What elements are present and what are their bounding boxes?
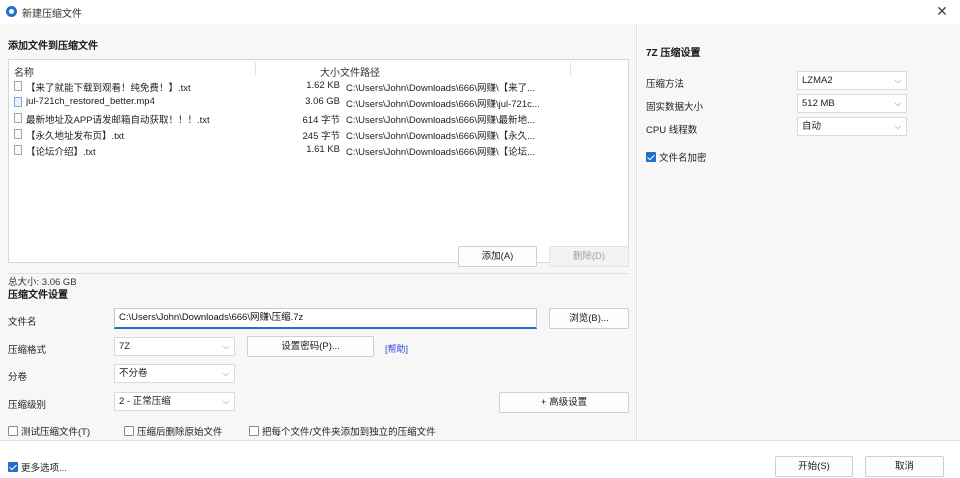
column-header-name[interactable]: 名称 bbox=[14, 64, 34, 79]
threads-value: 自动 bbox=[802, 121, 822, 132]
column-header-size[interactable]: 大小 bbox=[264, 64, 340, 79]
add-button[interactable]: 添加(A) bbox=[458, 246, 537, 267]
method-label: 压缩方法 bbox=[646, 79, 685, 90]
split-value: 不分卷 bbox=[119, 368, 148, 379]
footer: 更多选项... 开始(S) 取消 bbox=[0, 440, 960, 478]
chevron-down-icon: ⌵ bbox=[222, 397, 229, 406]
archive-settings-title: 压缩文件设置 bbox=[8, 290, 68, 301]
file-name: 【永久地址发布页】.txt bbox=[26, 131, 125, 142]
level-label: 压缩级别 bbox=[8, 400, 47, 411]
delete-button[interactable]: 删除(D) bbox=[549, 246, 629, 267]
text-file-icon bbox=[14, 129, 22, 139]
delete-after-checkbox[interactable]: 压缩后删除原始文件 bbox=[124, 424, 223, 438]
more-options-checkbox[interactable]: 更多选项... bbox=[8, 460, 67, 474]
browse-button[interactable]: 浏览(B)... bbox=[549, 308, 629, 329]
level-value: 2 - 正常压缩 bbox=[119, 396, 171, 407]
checkbox-label: 压缩后删除原始文件 bbox=[137, 427, 223, 438]
file-name: 【来了就能下载到观看！纯免费！】.txt bbox=[26, 83, 191, 94]
file-name: jul-721ch_restored_better.mp4 bbox=[26, 96, 155, 107]
cancel-button[interactable]: 取消 bbox=[865, 456, 944, 477]
encrypt-filenames-checkbox[interactable]: 文件名加密 bbox=[646, 150, 707, 164]
file-row[interactable]: 【论坛介绍】.txt 1.61 KB C:\Users\John\Downloa… bbox=[9, 142, 628, 158]
close-button[interactable]: ✕ bbox=[932, 2, 952, 20]
file-path: C:\Users\John\Downloads\666\网赚\jul-721c.… bbox=[346, 99, 540, 110]
checkbox-label: 把每个文件/文件夹添加到独立的压缩文件 bbox=[262, 427, 436, 438]
level-select[interactable]: 2 - 正常压缩 ⌵ bbox=[114, 392, 235, 411]
split-select[interactable]: 不分卷 ⌵ bbox=[114, 364, 235, 383]
sevenz-settings-title: 7Z 压缩设置 bbox=[646, 48, 701, 59]
checkbox-box[interactable] bbox=[249, 426, 259, 436]
title-bar: 新建压缩文件 ✕ bbox=[0, 0, 960, 24]
file-size: 1.61 KB bbox=[306, 144, 340, 155]
checkbox-label: 更多选项... bbox=[21, 463, 67, 474]
filename-input[interactable]: C:\Users\John\Downloads\666\网赚\压缩.7z bbox=[114, 308, 537, 329]
checkbox-box[interactable] bbox=[8, 462, 18, 472]
format-select[interactable]: 7Z ⌵ bbox=[114, 337, 235, 356]
column-separator bbox=[570, 62, 571, 76]
threads-label: CPU 线程数 bbox=[646, 125, 698, 136]
right-pane: 7Z 压缩设置 压缩方法 LZMA2 ⌵ 固实数据大小 512 MB ⌵ CPU… bbox=[638, 24, 960, 440]
file-size: 245 字节 bbox=[302, 131, 341, 142]
file-row[interactable]: 【来了就能下载到观看！纯免费！】.txt 1.62 KB C:\Users\Jo… bbox=[9, 78, 628, 94]
chevron-down-icon: ⌵ bbox=[894, 99, 901, 108]
test-archive-checkbox[interactable]: 测试压缩文件(T) bbox=[8, 424, 90, 438]
file-path: C:\Users\John\Downloads\666\网赚\最新地... bbox=[346, 115, 536, 126]
file-path: C:\Users\John\Downloads\666\网赚\【论坛... bbox=[346, 147, 536, 158]
start-button[interactable]: 开始(S) bbox=[775, 456, 853, 477]
checkbox-box[interactable] bbox=[8, 426, 18, 436]
file-row[interactable]: 最新地址及APP请发邮箱自动获取！！！.txt 614 字节 C:\Users\… bbox=[9, 110, 628, 126]
file-size: 1.62 KB bbox=[306, 80, 340, 91]
chevron-down-icon: ⌵ bbox=[222, 342, 229, 351]
file-row[interactable]: 【永久地址发布页】.txt 245 字节 C:\Users\John\Downl… bbox=[9, 126, 628, 142]
dict-value: 512 MB bbox=[802, 98, 835, 109]
left-pane: 添加文件到压缩文件 名称 大小 文件路径 【来了就能下载到观看！纯免费！】.tx… bbox=[0, 24, 637, 440]
separate-archives-checkbox[interactable]: 把每个文件/文件夹添加到独立的压缩文件 bbox=[249, 424, 436, 438]
dict-select[interactable]: 512 MB ⌵ bbox=[797, 94, 907, 113]
help-link[interactable]: [帮助] bbox=[385, 342, 408, 355]
file-size: 614 字节 bbox=[302, 115, 341, 126]
divider bbox=[8, 273, 629, 274]
format-value: 7Z bbox=[119, 341, 131, 352]
file-path: C:\Users\John\Downloads\666\网赚\【来了... bbox=[346, 83, 536, 94]
column-separator bbox=[255, 62, 256, 76]
text-file-icon bbox=[14, 145, 22, 155]
file-path: C:\Users\John\Downloads\666\网赚\【永久... bbox=[346, 131, 536, 142]
text-file-icon bbox=[14, 81, 22, 91]
checkbox-box[interactable] bbox=[646, 152, 656, 162]
filename-label: 文件名 bbox=[8, 317, 37, 328]
video-file-icon bbox=[14, 97, 22, 107]
set-password-button[interactable]: 设置密码(P)... bbox=[247, 336, 374, 357]
column-header-path[interactable]: 文件路径 bbox=[340, 64, 380, 79]
file-row[interactable]: jul-721ch_restored_better.mp4 3.06 GB C:… bbox=[9, 94, 628, 110]
file-list[interactable]: 名称 大小 文件路径 【来了就能下载到观看！纯免费！】.txt 1.62 KB … bbox=[8, 59, 629, 263]
chevron-down-icon: ⌵ bbox=[894, 122, 901, 131]
format-label: 压缩格式 bbox=[8, 345, 47, 356]
file-name: 最新地址及APP请发邮箱自动获取！！！.txt bbox=[26, 115, 210, 126]
file-name: 【论坛介绍】.txt bbox=[26, 147, 96, 158]
threads-select[interactable]: 自动 ⌵ bbox=[797, 117, 907, 136]
chevron-down-icon: ⌵ bbox=[222, 369, 229, 378]
method-value: LZMA2 bbox=[802, 75, 833, 86]
advanced-settings-button[interactable]: + 高级设置 bbox=[499, 392, 629, 413]
method-select[interactable]: LZMA2 ⌵ bbox=[797, 71, 907, 90]
files-section-title: 添加文件到压缩文件 bbox=[8, 41, 98, 52]
chevron-down-icon: ⌵ bbox=[894, 76, 901, 85]
split-label: 分卷 bbox=[8, 372, 28, 383]
text-file-icon bbox=[14, 113, 22, 123]
checkbox-label: 测试压缩文件(T) bbox=[21, 427, 91, 438]
checkbox-box[interactable] bbox=[124, 426, 134, 436]
dict-label: 固实数据大小 bbox=[646, 102, 704, 113]
app-icon bbox=[6, 6, 17, 17]
file-size: 3.06 GB bbox=[305, 96, 340, 107]
checkbox-label: 文件名加密 bbox=[659, 153, 707, 164]
window-title: 新建压缩文件 bbox=[22, 9, 82, 20]
